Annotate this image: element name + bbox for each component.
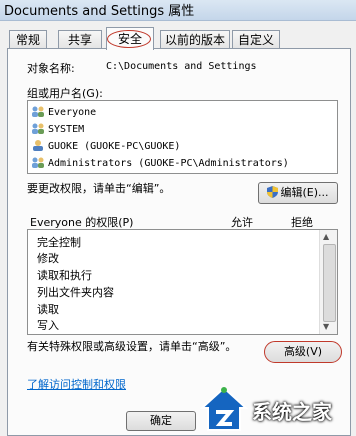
user-name: GUOKE (GUOKE-PC\GUOKE) bbox=[48, 141, 181, 152]
advanced-button[interactable]: 高级(V) bbox=[264, 341, 342, 363]
scroll-up-icon[interactable]: ▲ bbox=[323, 232, 329, 241]
list-item[interactable]: GUOKE (GUOKE-PC\GUOKE) bbox=[31, 138, 180, 155]
table-row: 读取和执行 bbox=[37, 268, 92, 284]
object-name-label: 对象名称: bbox=[27, 62, 75, 75]
permissions-scrollbar[interactable]: ▲ ▼ bbox=[319, 230, 337, 334]
window-title: Documents and Settings 属性 bbox=[4, 4, 195, 19]
tab-customize[interactable]: 自定义 bbox=[232, 30, 280, 49]
object-name-value: C:\Documents and Settings bbox=[106, 61, 257, 72]
list-item[interactable]: Administrators (GUOKE-PC\Administrators) bbox=[31, 155, 289, 172]
scroll-down-icon[interactable]: ▼ bbox=[323, 322, 329, 331]
ok-button-label: 确定 bbox=[150, 414, 172, 427]
advanced-button-label: 高级(V) bbox=[283, 345, 323, 358]
table-row: 列出文件夹内容 bbox=[37, 285, 114, 301]
shield-icon bbox=[267, 185, 279, 205]
user-name: Administrators (GUOKE-PC\Administrators) bbox=[48, 158, 289, 169]
edit-hint: 要更改权限，请单击“编辑”。 bbox=[27, 182, 171, 195]
advanced-hint: 有关特殊权限或高级设置，请单击“高级”。 bbox=[27, 340, 237, 353]
deny-header: 拒绝 bbox=[291, 216, 313, 229]
permission-label: 列出文件夹内容 bbox=[37, 286, 114, 299]
permission-label: 修改 bbox=[37, 252, 59, 265]
watermark-text: 系统之家 bbox=[252, 400, 332, 424]
table-row: 修改 bbox=[37, 251, 59, 267]
permissions-listbox[interactable]: 完全控制 修改 读取和执行 列出文件夹内容 读取 写入 ▲ ▼ bbox=[27, 229, 338, 335]
group-icon bbox=[31, 122, 45, 134]
user-icon bbox=[31, 139, 45, 151]
tab-customize-label: 自定义 bbox=[237, 33, 274, 47]
tab-security-label: 安全 bbox=[117, 32, 142, 46]
list-item[interactable]: Everyone bbox=[31, 104, 96, 121]
table-row: 完全控制 bbox=[37, 235, 81, 251]
table-row: 读取 bbox=[37, 302, 59, 318]
groups-listbox[interactable]: Everyone SYSTEM GUOKE (GUOKE-PC\GUOKE) A… bbox=[27, 100, 338, 174]
permission-label: 完全控制 bbox=[37, 236, 81, 249]
permission-label: 读取 bbox=[37, 303, 59, 316]
list-item[interactable]: SYSTEM bbox=[31, 121, 84, 138]
tab-security[interactable]: 安全 bbox=[106, 27, 154, 50]
tab-previous-versions-label: 以前的版本 bbox=[164, 33, 225, 47]
watermark-logo: 系统之家 bbox=[200, 380, 356, 434]
tab-sharing-label: 共享 bbox=[67, 33, 92, 47]
permission-label: 写入 bbox=[37, 319, 59, 332]
group-icon bbox=[31, 105, 45, 117]
tab-general-label: 常规 bbox=[15, 33, 40, 47]
ok-button[interactable]: 确定 bbox=[126, 411, 196, 431]
user-name: Everyone bbox=[48, 107, 97, 118]
tab-sharing[interactable]: 共享 bbox=[58, 30, 102, 49]
tab-previous-versions[interactable]: 以前的版本 bbox=[160, 30, 230, 49]
edit-button-label: 编辑(E)... bbox=[280, 186, 329, 199]
permission-label: 读取和执行 bbox=[37, 269, 92, 282]
edit-button[interactable]: 编辑(E)... bbox=[258, 182, 338, 204]
group-icon bbox=[31, 156, 45, 168]
table-row: 写入 bbox=[37, 318, 59, 334]
user-name: SYSTEM bbox=[48, 124, 85, 135]
access-control-link[interactable]: 了解访问控制和权限 bbox=[27, 376, 126, 392]
tab-general[interactable]: 常规 bbox=[9, 30, 47, 49]
groups-label: 组或用户名(G): bbox=[27, 87, 103, 100]
title-bar: Documents and Settings 属性 bbox=[0, 0, 356, 21]
permissions-title: Everyone 的权限(P) bbox=[30, 216, 134, 229]
house-logo-icon bbox=[200, 386, 248, 431]
scrollbar-thumb[interactable] bbox=[323, 244, 336, 322]
allow-header: 允许 bbox=[231, 216, 253, 229]
